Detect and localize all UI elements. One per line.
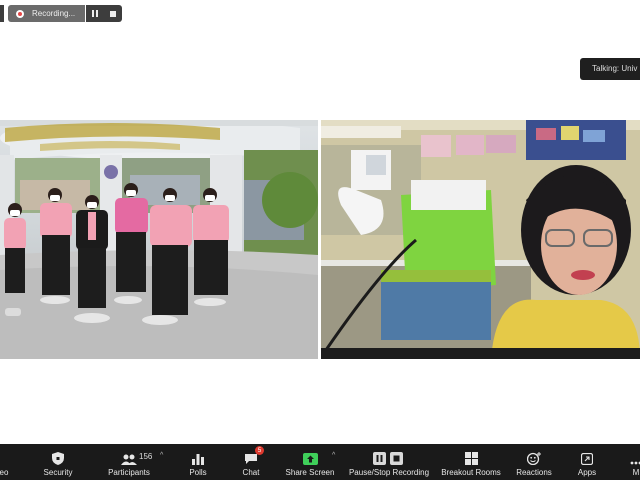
more-button[interactable]: M bbox=[626, 444, 640, 480]
breakout-rooms-button[interactable]: Breakout Rooms bbox=[440, 444, 502, 480]
participants-button[interactable]: Participants bbox=[103, 444, 155, 480]
video-tile-speaker[interactable] bbox=[321, 120, 640, 359]
speaker-inner-toolbar bbox=[321, 348, 640, 359]
pause-stop-recording-label: Pause/Stop Recording bbox=[348, 468, 430, 477]
meeting-stage: Recording... Talking: Univ bbox=[0, 0, 640, 444]
reactions-label: Reactions bbox=[516, 468, 552, 477]
breakout-rooms-icon bbox=[464, 452, 478, 465]
pause-recording-icon[interactable] bbox=[92, 10, 99, 17]
participants-icon bbox=[121, 454, 137, 465]
polls-label: Polls bbox=[189, 468, 207, 477]
apps-icon bbox=[581, 453, 593, 465]
recording-dot-icon bbox=[16, 9, 24, 18]
speaker-video-image bbox=[321, 120, 640, 359]
group-video-image bbox=[0, 120, 318, 359]
recording-controls bbox=[86, 5, 123, 22]
share-screen-icon bbox=[302, 453, 318, 465]
chat-unread-badge: 5 bbox=[255, 446, 264, 455]
share-caret-icon[interactable]: ^ bbox=[332, 452, 335, 459]
security-button[interactable]: Security bbox=[38, 444, 78, 480]
video-button[interactable]: eo bbox=[0, 444, 12, 480]
video-label: eo bbox=[0, 468, 9, 477]
pause-stop-icon bbox=[373, 452, 403, 465]
apps-label: Apps bbox=[577, 468, 597, 477]
participants-count: 156 bbox=[139, 452, 153, 461]
recording-status: Recording... bbox=[8, 5, 86, 22]
video-tile-group[interactable] bbox=[0, 120, 318, 359]
pause-stop-recording-button[interactable]: Pause/Stop Recording bbox=[347, 444, 431, 480]
polls-icon bbox=[192, 454, 204, 465]
security-label: Security bbox=[43, 468, 73, 477]
polls-button[interactable]: Polls bbox=[185, 444, 211, 480]
reactions-button[interactable]: Reactions bbox=[515, 444, 553, 480]
recording-label: Recording... bbox=[32, 9, 76, 18]
recording-indicator: Recording... bbox=[8, 5, 123, 22]
smiley-icon bbox=[527, 452, 541, 465]
chat-label: Chat bbox=[242, 468, 260, 477]
participants-caret-icon[interactable]: ^ bbox=[160, 452, 163, 459]
share-screen-button[interactable]: Share Screen bbox=[284, 444, 336, 480]
share-screen-label: Share Screen bbox=[285, 468, 335, 477]
more-label: M bbox=[632, 468, 640, 477]
more-icon bbox=[630, 461, 640, 465]
left-control-edge[interactable] bbox=[0, 5, 4, 22]
apps-button[interactable]: Apps bbox=[574, 444, 600, 480]
meeting-toolbar: eo Security Participants 156 ^ Polls Cha… bbox=[0, 444, 640, 480]
participants-label: Participants bbox=[108, 468, 150, 477]
shield-icon bbox=[52, 452, 64, 465]
talking-indicator: Talking: Univ bbox=[580, 58, 640, 80]
stop-recording-icon[interactable] bbox=[110, 10, 117, 17]
chat-icon bbox=[245, 454, 257, 464]
breakout-rooms-label: Breakout Rooms bbox=[441, 468, 501, 477]
